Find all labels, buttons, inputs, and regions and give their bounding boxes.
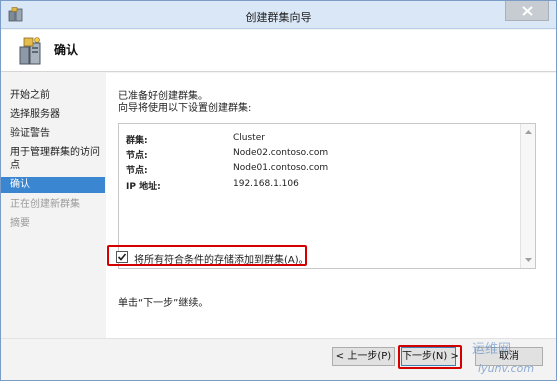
wizard-window: 创建群集向导 确认 开始之前 选择服务器 验证警告 用于管理群集的访问 点 确认 xyxy=(0,0,557,381)
nav-item-summary: 摘要 xyxy=(10,218,30,229)
continue-instruction: 单击“下一步”继续。 xyxy=(118,298,209,309)
title-bar: 创建群集向导 xyxy=(1,1,556,29)
nav-item-creating-cluster: 正在创建新群集 xyxy=(10,199,80,210)
window-title: 创建群集向导 xyxy=(245,11,312,24)
summary-value: Node01.contoso.com xyxy=(233,163,329,173)
summary-key: 节点: xyxy=(126,151,148,161)
page-header: 确认 xyxy=(1,30,556,72)
checkbox-highlight-annotation xyxy=(107,245,307,266)
watermark-title: 运维网 xyxy=(472,342,512,357)
summary-value: Node02.contoso.com xyxy=(233,148,329,158)
summary-key: 群集: xyxy=(126,136,148,146)
close-icon xyxy=(522,6,533,16)
summary-key: IP 地址: xyxy=(126,182,161,192)
watermark-url: iyunv.com xyxy=(478,362,535,375)
summary-key: 节点: xyxy=(126,166,148,176)
scroll-up-icon[interactable] xyxy=(525,130,532,134)
nav-item-validation-warning[interactable]: 验证警告 xyxy=(1,127,105,140)
previous-button[interactable]: < 上一步(P) xyxy=(332,347,395,366)
close-button[interactable] xyxy=(505,1,549,21)
nav-item-confirmation[interactable]: 确认 xyxy=(1,177,105,193)
summary-value: Cluster xyxy=(233,133,265,143)
intro-text-settings: 向导将使用以下设置创建群集: xyxy=(118,103,252,114)
summary-value: 192.168.1.106 xyxy=(233,179,299,189)
content-pane: 已准备好创建群集。 向导将使用以下设置创建群集: 群集: Cluster 节点:… xyxy=(106,73,556,338)
nav-item-access-point-cont[interactable]: 点 xyxy=(1,159,105,172)
summary-scrollbar[interactable] xyxy=(520,124,535,268)
nav-item-before-you-begin[interactable]: 开始之前 xyxy=(1,89,105,102)
cluster-icon xyxy=(18,37,44,65)
page-title: 确认 xyxy=(54,43,79,57)
nav-item-select-servers[interactable]: 选择服务器 xyxy=(1,108,105,121)
next-button[interactable]: 下一步(N) > xyxy=(401,347,459,366)
nav-item-access-point[interactable]: 用于管理群集的访问 xyxy=(1,146,105,159)
scroll-down-icon[interactable] xyxy=(525,258,532,262)
wizard-steps-nav: 开始之前 选择服务器 验证警告 用于管理群集的访问 点 确认 正在创建新群集 摘… xyxy=(1,73,105,379)
site-watermark: 运维网 iyunv.com xyxy=(472,343,534,375)
button-bar: < 上一步(P) 下一步(N) > 取消 运维网 iyunv.com xyxy=(1,338,556,380)
